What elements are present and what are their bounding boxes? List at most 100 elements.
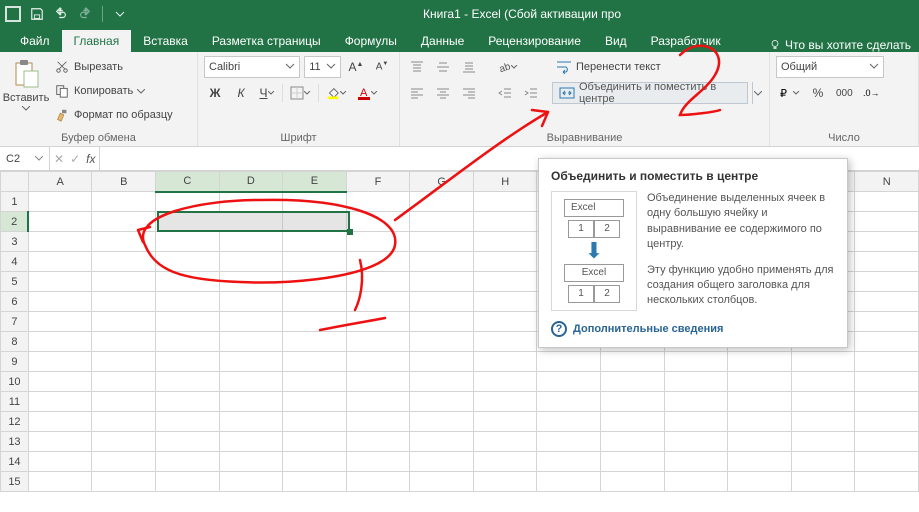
cell[interactable] (855, 392, 919, 412)
cell[interactable] (664, 372, 728, 392)
row-header[interactable]: 5 (1, 272, 29, 292)
cell[interactable] (664, 452, 728, 472)
cell[interactable] (219, 192, 283, 212)
cell[interactable] (537, 472, 601, 492)
row-header[interactable]: 1 (1, 192, 29, 212)
cell[interactable] (728, 372, 792, 392)
col-header[interactable]: D (219, 172, 283, 192)
col-header[interactable]: E (283, 172, 347, 192)
align-bottom-button[interactable] (458, 56, 480, 78)
cell[interactable] (473, 412, 537, 432)
cell[interactable] (855, 432, 919, 452)
cell[interactable] (28, 432, 92, 452)
cell[interactable] (283, 272, 347, 292)
cell[interactable] (410, 312, 474, 332)
cell[interactable] (791, 412, 855, 432)
row-header[interactable]: 3 (1, 232, 29, 252)
cell[interactable] (601, 432, 665, 452)
cell[interactable] (728, 352, 792, 372)
cell[interactable] (28, 232, 92, 252)
cell[interactable] (283, 292, 347, 312)
cell[interactable] (410, 352, 474, 372)
row-header[interactable]: 15 (1, 472, 29, 492)
cell[interactable] (156, 352, 220, 372)
merge-center-dropdown[interactable] (752, 82, 763, 104)
cell[interactable] (473, 352, 537, 372)
cell[interactable] (156, 412, 220, 432)
align-center-button[interactable] (432, 82, 454, 104)
cancel-icon[interactable]: ✕ (54, 152, 64, 166)
cell[interactable] (92, 332, 156, 352)
cell[interactable] (473, 372, 537, 392)
cell[interactable] (410, 432, 474, 452)
cell[interactable] (92, 432, 156, 452)
col-header[interactable]: A (28, 172, 92, 192)
align-middle-button[interactable] (432, 56, 454, 78)
cell[interactable] (601, 372, 665, 392)
cell[interactable] (410, 272, 474, 292)
cell[interactable] (92, 252, 156, 272)
cut-button[interactable]: Вырезать (50, 56, 177, 78)
cell[interactable] (791, 472, 855, 492)
tooltip-more-info-link[interactable]: ? Дополнительные сведения (551, 321, 835, 337)
cell[interactable] (283, 452, 347, 472)
number-format-combo[interactable]: Общий (776, 56, 884, 78)
cell[interactable] (92, 192, 156, 212)
cell[interactable] (156, 432, 220, 452)
cell[interactable] (28, 272, 92, 292)
cell[interactable] (601, 452, 665, 472)
increase-decimal-button[interactable]: .0→.00 (860, 82, 882, 104)
cell[interactable] (410, 212, 474, 232)
confirm-icon[interactable]: ✓ (70, 152, 80, 166)
wrap-text-button[interactable]: Перенести текст (552, 56, 763, 78)
cell[interactable] (664, 392, 728, 412)
fx-icon[interactable]: fx (86, 152, 95, 166)
cell[interactable] (156, 472, 220, 492)
tab-view[interactable]: Вид (593, 30, 639, 52)
underline-button[interactable]: Ч (256, 82, 278, 104)
cell[interactable] (410, 192, 474, 212)
cell[interactable] (855, 192, 919, 212)
cell[interactable] (855, 452, 919, 472)
cell[interactable] (410, 232, 474, 252)
col-header[interactable]: F (346, 172, 410, 192)
cell[interactable] (92, 292, 156, 312)
cell[interactable] (28, 352, 92, 372)
cell[interactable] (346, 432, 410, 452)
cell[interactable] (283, 412, 347, 432)
cell[interactable] (346, 252, 410, 272)
row-header[interactable]: 7 (1, 312, 29, 332)
cell[interactable] (219, 272, 283, 292)
cell[interactable] (92, 472, 156, 492)
cell[interactable] (473, 272, 537, 292)
cell[interactable] (473, 452, 537, 472)
cell[interactable] (855, 412, 919, 432)
cell[interactable] (664, 432, 728, 452)
cell[interactable] (28, 452, 92, 472)
col-header[interactable]: H (473, 172, 537, 192)
font-color-button[interactable]: A (354, 82, 381, 104)
cell[interactable] (410, 292, 474, 312)
row-header[interactable]: 12 (1, 412, 29, 432)
cell[interactable] (92, 312, 156, 332)
cell[interactable] (473, 292, 537, 312)
cell[interactable] (473, 212, 537, 232)
cell[interactable] (346, 212, 410, 232)
cell[interactable] (346, 192, 410, 212)
cell[interactable] (283, 252, 347, 272)
cell[interactable] (664, 412, 728, 432)
cell[interactable] (855, 212, 919, 232)
tell-me-search[interactable]: Что вы хотите сделать (761, 38, 919, 52)
paste-button[interactable]: Вставить (6, 56, 46, 130)
col-header[interactable]: G (410, 172, 474, 192)
cell[interactable] (855, 332, 919, 352)
cell[interactable] (156, 452, 220, 472)
cell[interactable] (28, 192, 92, 212)
cell[interactable] (156, 372, 220, 392)
align-left-button[interactable] (406, 82, 428, 104)
cell[interactable] (473, 252, 537, 272)
cell[interactable] (473, 432, 537, 452)
cell[interactable] (855, 252, 919, 272)
cell[interactable] (92, 452, 156, 472)
cell[interactable] (346, 372, 410, 392)
